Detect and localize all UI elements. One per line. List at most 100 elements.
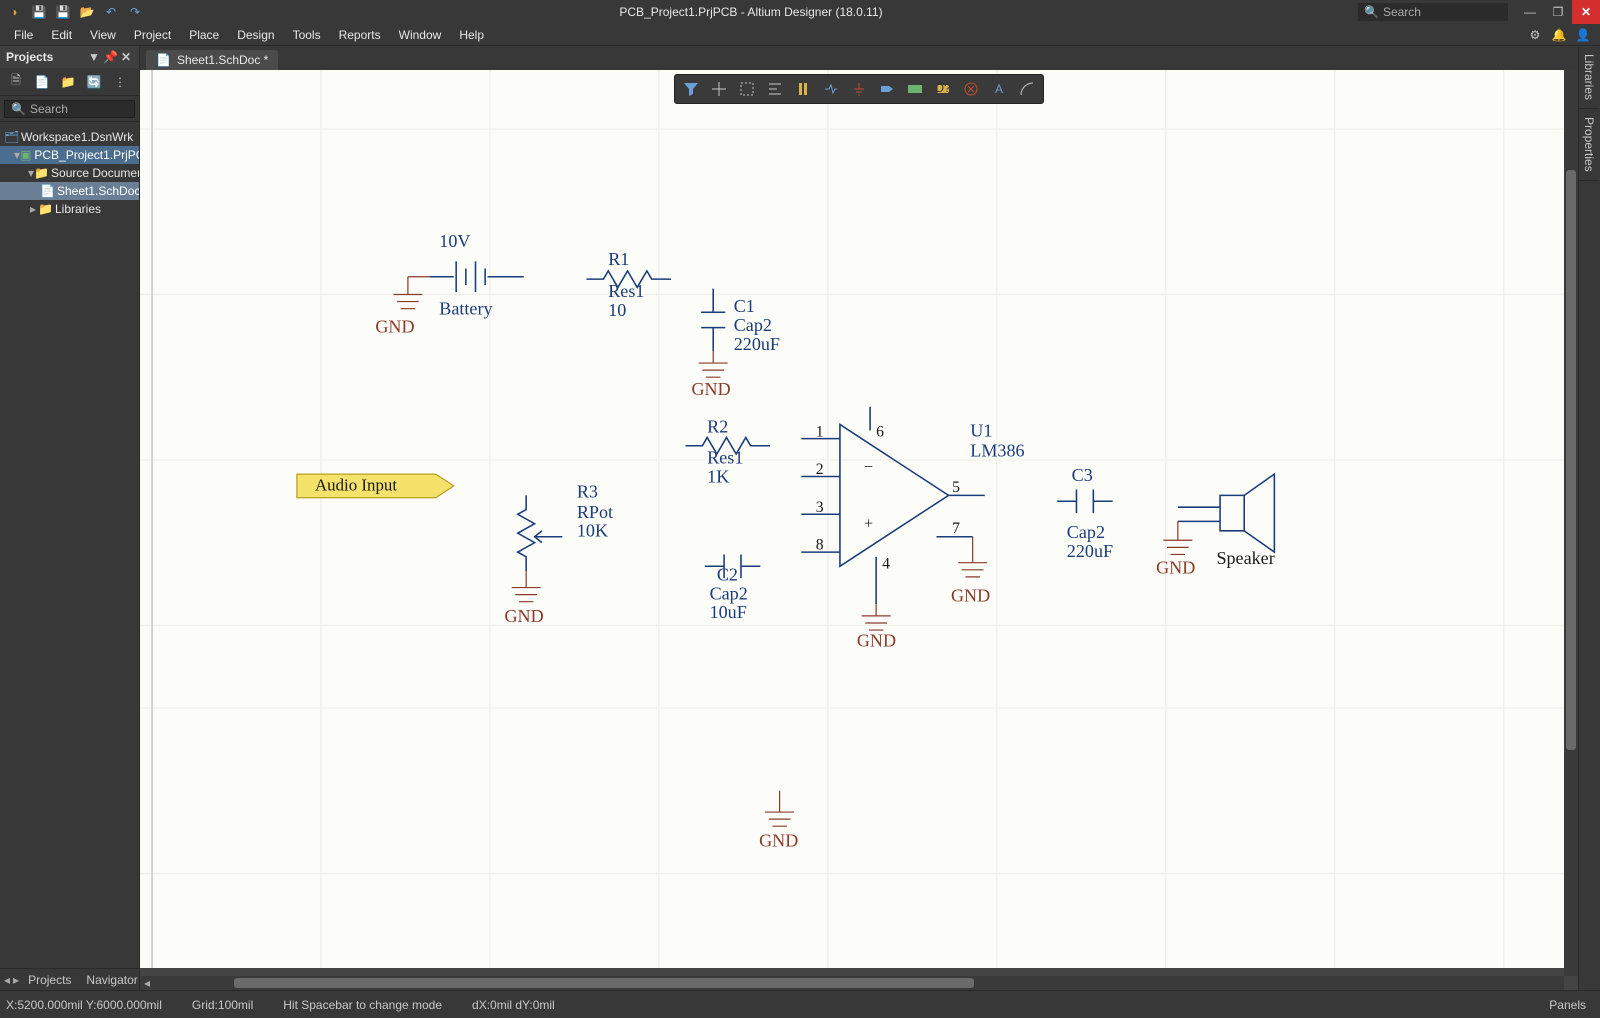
comp-r3: R3 RPot 10K: [518, 482, 613, 571]
tool-port[interactable]: [874, 78, 900, 100]
menu-tools[interactable]: Tools: [285, 26, 329, 44]
port-audio-input: Audio Input: [297, 474, 454, 498]
comp-r2: R2 Res1 1K: [685, 417, 769, 486]
gnd-u1-pin7: GND: [951, 537, 990, 606]
tool-refresh-icon[interactable]: 🔄: [84, 72, 104, 92]
footer-tab-projects[interactable]: Projects: [22, 971, 77, 989]
tool-net[interactable]: [818, 78, 844, 100]
open-folder-icon[interactable]: 📂: [78, 3, 96, 21]
project-icon: ▣: [20, 148, 31, 162]
tree-sheet[interactable]: 📄 Sheet1.SchDoc: [0, 182, 139, 200]
tool-netlabel[interactable]: [958, 78, 984, 100]
maximize-button[interactable]: ❐: [1544, 0, 1572, 24]
status-panels-button[interactable]: Panels: [1541, 996, 1594, 1014]
tool-filter[interactable]: [678, 78, 704, 100]
svg-text:LM386: LM386: [970, 441, 1024, 461]
svg-text:Audio Input: Audio Input: [315, 476, 397, 495]
svg-text:Battery: Battery: [439, 299, 492, 319]
rail-properties[interactable]: Properties: [1579, 109, 1599, 181]
rail-libraries[interactable]: Libraries: [1579, 46, 1599, 109]
panel-close-icon[interactable]: ✕: [119, 50, 133, 64]
save-icon[interactable]: 💾: [30, 3, 48, 21]
svg-text:Cap2: Cap2: [710, 584, 748, 604]
tree-project[interactable]: ▾ ▣ PCB_Project1.PrjPCB: [0, 146, 139, 164]
tool-align[interactable]: [762, 78, 788, 100]
save-all-icon[interactable]: 💾: [54, 3, 72, 21]
svg-text:GND: GND: [759, 830, 798, 850]
svg-text:3: 3: [816, 499, 824, 516]
svg-text:10K: 10K: [577, 521, 608, 541]
gnd-u1-pin4: GND: [857, 604, 896, 650]
menu-window[interactable]: Window: [391, 26, 450, 44]
gnd-floating: GND: [759, 791, 798, 850]
folder-icon: 📁: [38, 202, 52, 216]
comp-c3: C3 Cap2 220uF: [1057, 465, 1113, 560]
menu-reports[interactable]: Reports: [331, 26, 389, 44]
svg-text:GND: GND: [375, 316, 414, 336]
tool-arc[interactable]: [1014, 78, 1040, 100]
editor-tab-sheet1[interactable]: 📄 Sheet1.SchDoc *: [146, 50, 278, 70]
svg-text:7: 7: [952, 520, 960, 537]
projects-panel-title: Projects: [6, 50, 53, 64]
menu-view[interactable]: View: [82, 26, 124, 44]
redo-icon[interactable]: ↷: [126, 3, 144, 21]
titlebar-search[interactable]: 🔍 Search: [1358, 3, 1508, 21]
menu-design[interactable]: Design: [229, 26, 282, 44]
menu-project[interactable]: Project: [126, 26, 179, 44]
svg-text:R2: R2: [707, 417, 728, 437]
schematic-floating-toolbar: D? A: [674, 74, 1044, 104]
twisty-icon[interactable]: ▸: [28, 202, 38, 216]
tool-bus[interactable]: [790, 78, 816, 100]
tool-new-icon[interactable]: 🗎: [6, 72, 26, 92]
svg-text:C1: C1: [734, 296, 755, 316]
workspace-icon: 🗂: [4, 130, 18, 144]
close-button[interactable]: ✕: [1572, 0, 1600, 24]
svg-text:C2: C2: [717, 565, 738, 585]
svg-text:8: 8: [816, 537, 824, 554]
menu-help[interactable]: Help: [451, 26, 492, 44]
tool-more-icon[interactable]: ⋮: [110, 72, 130, 92]
tool-select-rect[interactable]: [734, 78, 760, 100]
svg-text:220uF: 220uF: [1067, 541, 1113, 561]
projects-search[interactable]: 🔍 Search: [4, 100, 135, 118]
status-hint: Hit Spacebar to change mode: [283, 998, 442, 1012]
svg-text:Cap2: Cap2: [734, 315, 772, 335]
tool-open-icon[interactable]: 📄: [32, 72, 52, 92]
svg-text:−: −: [864, 459, 873, 476]
window-title: PCB_Project1.PrjPCB - Altium Designer (1…: [144, 5, 1358, 19]
tool-cross[interactable]: [706, 78, 732, 100]
undo-icon[interactable]: ↶: [102, 3, 120, 21]
right-panel-rails: Libraries Properties: [1578, 46, 1600, 990]
panel-dropdown-icon[interactable]: ▼: [87, 50, 101, 64]
tool-text[interactable]: A: [986, 78, 1012, 100]
schematic-canvas[interactable]: 10V Battery GND R1 Res1 10 C1: [140, 70, 1564, 968]
footer-left-icon[interactable]: ◂: [4, 973, 10, 987]
svg-text:RPot: RPot: [577, 502, 613, 522]
minimize-button[interactable]: —: [1516, 0, 1544, 24]
tool-gnd[interactable]: [846, 78, 872, 100]
settings-icon[interactable]: ⚙: [1524, 24, 1546, 46]
canvas-hscroll[interactable]: ◂: [140, 976, 1564, 990]
menu-file[interactable]: File: [6, 26, 41, 44]
footer-right-icon[interactable]: ▸: [13, 973, 19, 987]
svg-text:D?: D?: [935, 81, 951, 95]
svg-text:1: 1: [816, 423, 824, 440]
tree-libraries[interactable]: ▸ 📁 Libraries: [0, 200, 139, 218]
comp-c2: C2 Cap2 10uF: [705, 554, 761, 622]
tool-designator[interactable]: [902, 78, 928, 100]
footer-tab-navigator[interactable]: Navigator: [80, 971, 143, 989]
tree-workspace[interactable]: 🗂 Workspace1.DsnWrk: [0, 128, 139, 146]
tree-source-docs[interactable]: ▾ 📁 Source Documents: [0, 164, 139, 182]
tool-noerc[interactable]: D?: [930, 78, 956, 100]
svg-text:+: +: [864, 516, 873, 533]
gnd-battery: GND: [375, 277, 429, 336]
canvas-vscroll[interactable]: [1564, 70, 1578, 976]
user-icon[interactable]: 👤: [1572, 24, 1594, 46]
svg-text:2: 2: [816, 461, 824, 478]
menu-place[interactable]: Place: [181, 26, 227, 44]
tool-folder-icon[interactable]: 📁: [58, 72, 78, 92]
menu-edit[interactable]: Edit: [43, 26, 80, 44]
notifications-icon[interactable]: 🔔: [1548, 24, 1570, 46]
panel-pin-icon[interactable]: 📌: [103, 50, 117, 64]
schdoc-icon: 📄: [156, 53, 171, 67]
